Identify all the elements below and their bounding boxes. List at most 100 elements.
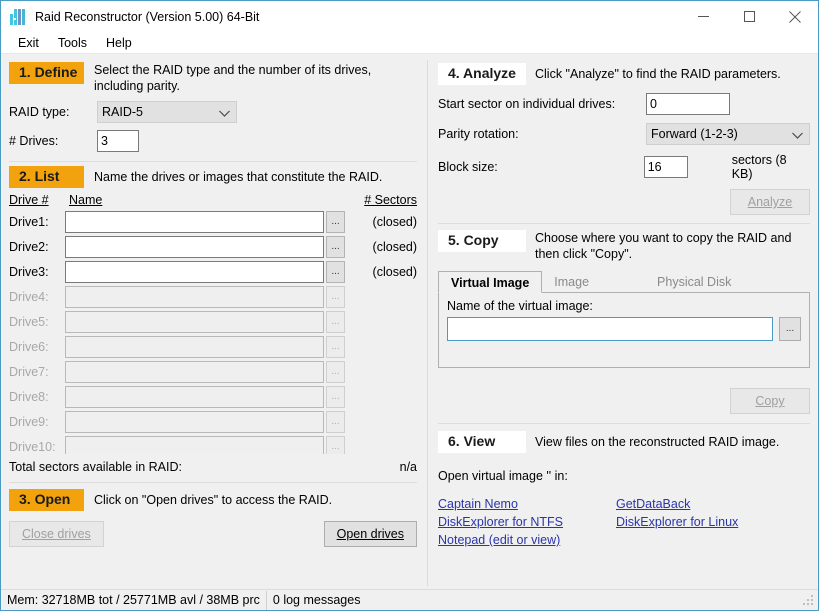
drive-browse-button[interactable]: ... (326, 211, 345, 233)
drive-name-input (65, 286, 324, 308)
resize-grip-icon[interactable] (803, 595, 815, 607)
minimize-icon[interactable] (680, 1, 726, 32)
drive-name-input (65, 361, 324, 383)
drive-name-input[interactable] (65, 211, 324, 233)
close-icon[interactable] (772, 1, 818, 32)
menu-item-exit[interactable]: Exit (9, 34, 48, 52)
drive-label: Drive1: (9, 215, 65, 229)
tab-physical-disk[interactable]: Physical Disk (645, 270, 743, 292)
badge-copy: 5. Copy (438, 230, 526, 252)
total-sectors-row: Total sectors available in RAID: n/a (9, 460, 417, 474)
drive-browse-button: ... (326, 386, 345, 408)
close-drives-button[interactable]: Close drives (9, 521, 104, 547)
menu-item-tools[interactable]: Tools (49, 34, 96, 52)
badge-open: 3. Open (9, 489, 84, 511)
raid-type-row: RAID type: RAID-5 (9, 101, 417, 123)
section-view: 6. View View files on the reconstructed … (428, 424, 818, 549)
analyze-button-label: Analyze (748, 195, 792, 209)
drive-name-field (65, 211, 324, 233)
block-size-label: Block size: (438, 160, 644, 174)
link-diskexplorer-ntfs[interactable]: DiskExplorer for NTFS (438, 513, 616, 531)
parity-rotation-select[interactable]: Forward (1-2-3) (646, 123, 810, 145)
link-captain-nemo[interactable]: Captain Nemo (438, 495, 616, 513)
drive-name-input (65, 336, 324, 358)
viewer-links: Captain Nemo DiskExplorer for NTFS Notep… (438, 495, 810, 549)
drive-list: Drive1:...(closed)Drive2:...(closed)Driv… (9, 209, 417, 454)
menu-bar: Exit Tools Help (1, 32, 818, 54)
virtual-image-browse-button[interactable]: ... (779, 317, 801, 341)
block-size-units: sectors (8 KB) (732, 153, 810, 181)
drive-name-input (65, 436, 324, 455)
parity-rotation-row: Parity rotation: Forward (1-2-3) (438, 123, 810, 145)
link-getdataback[interactable]: GetDataBack (616, 495, 794, 513)
define-description: Select the RAID type and the number of i… (94, 62, 414, 94)
open-description: Click on "Open drives" to access the RAI… (94, 492, 332, 508)
maximize-icon[interactable] (726, 1, 772, 32)
drive-browse-button[interactable]: ... (326, 236, 345, 258)
view-description: View files on the reconstructed RAID ima… (535, 434, 779, 450)
virtual-image-caption: Name of the virtual image: (447, 299, 801, 313)
menu-item-help[interactable]: Help (97, 34, 141, 52)
drive-row: Drive7:... (9, 359, 417, 384)
drive-name-field (65, 336, 324, 358)
num-drives-row: # Drives: (9, 130, 417, 152)
drive-name-input[interactable] (65, 261, 324, 283)
left-panel: 1. Define Select the RAID type and the n… (1, 54, 427, 592)
link-diskexplorer-linux[interactable]: DiskExplorer for Linux (616, 513, 794, 531)
drive-row: Drive8:... (9, 384, 417, 409)
open-virtual-image-label: Open virtual image '' in: (438, 469, 810, 483)
drive-row: Drive1:...(closed) (9, 209, 417, 234)
drive-label: Drive2: (9, 240, 65, 254)
drive-browse-button: ... (326, 286, 345, 308)
status-log-messages: 0 log messages (266, 591, 367, 610)
drive-name-field (65, 411, 324, 433)
drive-label: Drive5: (9, 315, 65, 329)
drive-status: (closed) (345, 240, 417, 254)
drive-browse-button: ... (326, 361, 345, 383)
analyze-button[interactable]: Analyze (730, 189, 810, 215)
drive-row: Drive5:... (9, 309, 417, 334)
drive-name-input (65, 311, 324, 333)
copy-button-label: Copy (755, 394, 784, 408)
drive-name-input[interactable] (65, 236, 324, 258)
copy-button[interactable]: Copy (730, 388, 810, 414)
parity-rotation-label: Parity rotation: (438, 127, 646, 141)
drive-name-field (65, 386, 324, 408)
drive-name-field (65, 436, 324, 455)
open-buttons: Close drives Open drives (9, 521, 417, 547)
drive-browse-button: ... (326, 336, 345, 358)
window-controls (680, 1, 818, 32)
badge-analyze: 4. Analyze (438, 63, 526, 85)
section-list: 2. List Name the drives or images that c… (1, 162, 427, 483)
copy-description: Choose where you want to copy the RAID a… (535, 230, 799, 262)
total-sectors-label: Total sectors available in RAID: (9, 460, 345, 474)
status-memory: Mem: 32718MB tot / 25771MB avl / 38MB pr… (1, 591, 266, 610)
start-sector-label: Start sector on individual drives: (438, 97, 646, 111)
link-notepad[interactable]: Notepad (edit or view) (438, 531, 616, 549)
drive-name-input (65, 386, 324, 408)
right-panel: 4. Analyze Click "Analyze" to find the R… (428, 54, 818, 592)
drive-browse-button: ... (326, 436, 345, 455)
open-drives-button[interactable]: Open drives (324, 521, 417, 547)
virtual-image-input[interactable] (447, 317, 773, 341)
start-sector-input[interactable] (646, 93, 730, 115)
drive-browse-button[interactable]: ... (326, 261, 345, 283)
drive-label: Drive3: (9, 265, 65, 279)
raid-type-select[interactable]: RAID-5 (97, 101, 237, 123)
section-copy: 5. Copy Choose where you want to copy th… (428, 224, 818, 424)
drive-row: Drive9:... (9, 409, 417, 434)
section-open: 3. Open Click on "Open drives" to access… (1, 483, 427, 547)
drive-name-input (65, 411, 324, 433)
block-size-input[interactable] (644, 156, 688, 178)
viewer-links-right: GetDataBack DiskExplorer for Linux (616, 495, 794, 549)
badge-define: 1. Define (9, 62, 84, 84)
badge-list: 2. List (9, 166, 84, 188)
drive-row: Drive2:...(closed) (9, 234, 417, 259)
drive-browse-button: ... (326, 411, 345, 433)
num-drives-input[interactable] (97, 130, 139, 152)
drive-label: Drive9: (9, 415, 65, 429)
virtual-image-row: ... (447, 317, 801, 341)
tab-virtual-image[interactable]: Virtual Image (438, 271, 542, 293)
list-description: Name the drives or images that constitut… (94, 169, 382, 185)
tab-image[interactable]: Image (542, 270, 601, 292)
